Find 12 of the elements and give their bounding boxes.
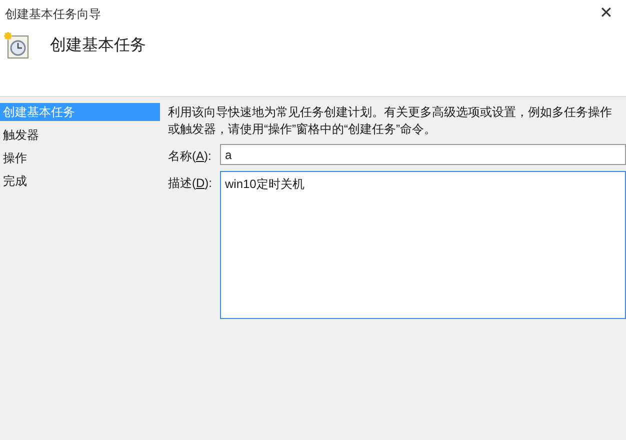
wizard-step[interactable]: 操作 <box>0 149 160 167</box>
field-label: 描述(D): <box>168 175 214 192</box>
description-field[interactable]: win10定时关机 <box>220 171 626 319</box>
wizard-step[interactable]: 触发器 <box>0 126 160 144</box>
wizard-step[interactable]: 完成 <box>0 172 160 190</box>
field-label: 名称(A): <box>168 148 212 165</box>
close-button[interactable]: ✕ <box>586 0 626 28</box>
page-heading: 创建基本任务 <box>50 36 146 56</box>
clock-calendar-icon <box>4 32 30 60</box>
name-field[interactable]: a <box>220 144 626 165</box>
window-title: 创建基本任务向导 <box>5 6 101 23</box>
intro-text: 利用该向导快速地为常见任务创建计划。有关更多高级选项或设置，例如多任务操作或触发器，请使用“操作”窗格中的“创建任务”命令。 <box>168 104 613 138</box>
